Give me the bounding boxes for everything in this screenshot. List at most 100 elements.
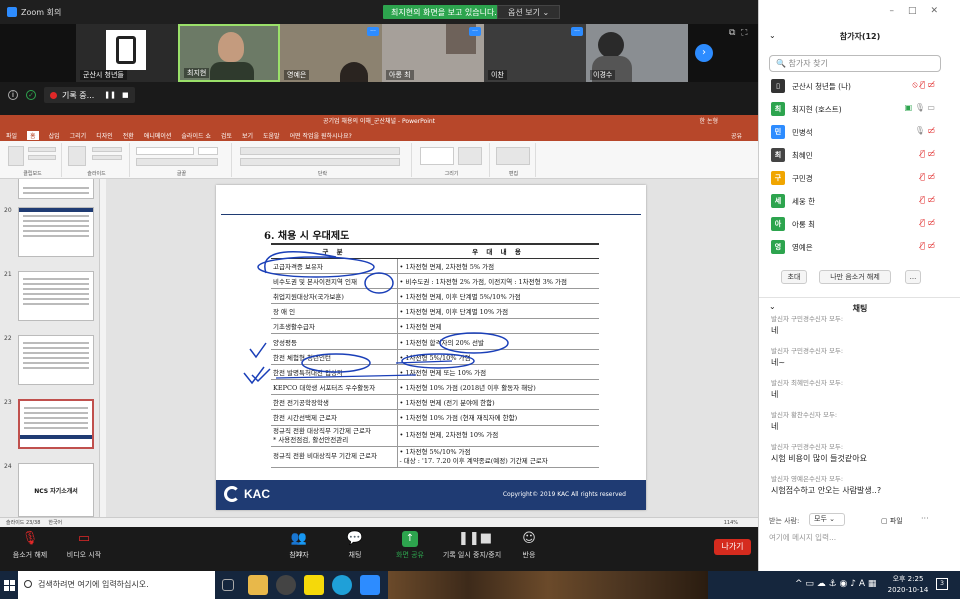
ribbon-group-clipboard: 클립보드	[4, 143, 62, 177]
chat-text: 네	[771, 390, 779, 399]
pause-icon[interactable]: ❚❚	[104, 91, 116, 99]
shapes-gallery[interactable]	[420, 147, 454, 165]
participant-row[interactable]: 최 최지현 (호스트) ▣ 🎙 ▭	[759, 99, 949, 122]
video-thumb-1[interactable]: 최지현	[178, 24, 280, 82]
participant-row[interactable]: 영 영예은 🎙̸ ▭̸	[759, 237, 949, 260]
reset-button[interactable]	[92, 155, 122, 160]
start-button[interactable]	[0, 571, 18, 599]
notification-center-icon[interactable]: 3	[936, 578, 948, 590]
slide-count: 슬라이드 23/38	[6, 520, 41, 526]
taskbar-clock[interactable]: 오후 2:25 2020-10-14	[886, 574, 930, 596]
video-thumb-2[interactable]: 영예은 ···	[280, 24, 382, 82]
invite-button[interactable]: 초대	[781, 270, 807, 284]
participant-search-input[interactable]: 🔍 참가자 찾기	[769, 55, 941, 72]
tab-design[interactable]: 디자인	[96, 131, 113, 140]
info-icon[interactable]: i	[8, 90, 18, 100]
font-size-select[interactable]	[198, 147, 218, 155]
tab-home[interactable]: 홈	[27, 130, 39, 140]
layout-icons[interactable]: ⧉ ⛶	[729, 28, 747, 38]
slide-thumb-23-selected[interactable]	[18, 399, 94, 449]
slide-thumb-22[interactable]	[18, 335, 94, 385]
window-controls[interactable]: –□✕	[889, 6, 952, 16]
chat-recipient-select[interactable]: 모두 ⌄	[809, 513, 845, 526]
arrange-button[interactable]	[458, 147, 482, 165]
chat-text: 네~	[771, 358, 786, 367]
side-panel: –□✕ ⌄ 참가자(12) 🔍 참가자 찾기 ▯ 군산시 청년들 (나) ⦸ 🎙…	[758, 0, 960, 571]
participant-row[interactable]: 최 최혜민 🎙̸ ▭̸	[759, 145, 949, 168]
participants-button[interactable]: 👥12 참가자	[280, 531, 318, 560]
next-page-arrow-icon[interactable]: ›	[695, 44, 713, 62]
kakaotalk-icon[interactable]	[304, 575, 324, 595]
share-button[interactable]: 공유	[731, 131, 742, 140]
participant-row[interactable]: 민 민병석 🎙 ▭̸	[759, 122, 949, 145]
chat-button[interactable]: 💬 채팅	[340, 531, 370, 560]
tab-view[interactable]: 보기	[242, 131, 253, 140]
video-thumb-0[interactable]: 군산시 청년들	[76, 24, 178, 82]
leave-meeting-button[interactable]: 나가기	[714, 539, 751, 555]
security-shield-icon[interactable]: ✓	[26, 90, 36, 100]
pause-recording-button[interactable]: ❚❚■ 기록 일시 중지/중지	[438, 531, 506, 560]
tab-help[interactable]: 도움말	[263, 131, 280, 140]
file-explorer-icon[interactable]	[248, 575, 268, 595]
participant-row[interactable]: 구 구민경 🎙̸ ▭̸	[759, 168, 949, 191]
taskbar-search-input[interactable]: 검색하려면 여기에 입력하십시오.	[18, 571, 215, 599]
copy-button[interactable]	[28, 155, 56, 160]
slide-footer: KAC Copyright© 2019 KAC All rights reser…	[216, 480, 646, 510]
stop-icon[interactable]: ■	[122, 91, 129, 99]
tell-me-input[interactable]: 어떤 작업을 원하시나요?	[290, 131, 352, 140]
edge-icon[interactable]	[332, 575, 352, 595]
chat-more-icon[interactable]: ···	[921, 514, 929, 523]
paste-icon[interactable]	[8, 146, 24, 166]
participant-row[interactable]: ▯ 군산시 청년들 (나) ⦸ 🎙̸ ▭̸	[759, 76, 949, 99]
video-strip: 군산시 청년들 최지현 영예은 ··· 아롱 최 ··· 이찬 ··· 이경수	[0, 24, 758, 82]
font-format-buttons[interactable]	[136, 158, 218, 166]
participant-row[interactable]: 아 아롱 최 🎙̸ ▭̸	[759, 214, 949, 237]
underline	[395, 360, 453, 364]
reactions-button[interactable]: ☺ 반응	[514, 531, 544, 560]
more-icon[interactable]: ···	[367, 27, 379, 36]
video-thumb-5[interactable]: 이경수	[586, 24, 688, 82]
layout-button[interactable]	[92, 147, 122, 152]
font-select[interactable]	[136, 147, 194, 155]
more-icon[interactable]: ···	[571, 27, 583, 36]
start-video-button[interactable]: ▭ 비디오 시작	[60, 531, 108, 560]
file-button[interactable]: ▢ 파일	[881, 516, 903, 526]
tab-insert[interactable]: 삽입	[49, 131, 60, 140]
video-thumb-3[interactable]: 아롱 최 ···	[382, 24, 484, 82]
more-button[interactable]: ...	[905, 270, 921, 284]
ppt-status-bar: 슬라이드 23/38 한국어 114%	[0, 517, 758, 527]
slide-thumb-19[interactable]	[18, 179, 94, 199]
windows-logo-icon	[3, 579, 15, 591]
video-thumb-4[interactable]: 이찬 ···	[484, 24, 586, 82]
system-tray[interactable]: ^ ▭ ☁ ⚓ ◉ ♪ A ▦	[795, 579, 876, 589]
meeting-toolbar: 🎙 음소거 해제 ▭ 비디오 시작 👥12 참가자 💬 채팅 ↑ 화면 공유 ❚…	[0, 527, 758, 571]
app-icon[interactable]	[276, 575, 296, 595]
wallpaper-segment	[548, 571, 628, 599]
chat-message-input[interactable]: 여기에 메시지 입력...	[769, 532, 949, 543]
task-view-icon[interactable]	[222, 579, 234, 591]
tab-review[interactable]: 검토	[221, 131, 232, 140]
unmute-me-button[interactable]: 나만 음소거 해제	[819, 270, 891, 284]
new-slide-icon[interactable]	[68, 146, 86, 166]
mic-muted-icon: 🎙̸ ▭̸	[920, 218, 935, 227]
paragraph-buttons[interactable]	[240, 147, 400, 155]
tab-transitions[interactable]: 전환	[123, 131, 134, 140]
find-replace-button[interactable]	[496, 147, 530, 165]
tab-slideshow[interactable]: 슬라이드 쇼	[181, 131, 211, 140]
tab-file[interactable]: 파일	[6, 131, 17, 140]
zoom-level[interactable]: 114%	[724, 518, 738, 527]
unmute-button[interactable]: 🎙 음소거 해제	[6, 531, 54, 560]
participant-row[interactable]: 세 세웅 한 🎙̸ ▭̸	[759, 191, 949, 214]
tab-draw[interactable]: 그리기	[70, 131, 87, 140]
cut-button[interactable]	[28, 147, 56, 152]
view-options-button[interactable]: 옵션 보기 ⌄	[497, 5, 561, 19]
slide-thumb-21[interactable]	[18, 271, 94, 321]
zoom-taskbar-icon[interactable]	[360, 575, 380, 595]
slide-thumb-20[interactable]	[18, 207, 94, 257]
tab-animations[interactable]: 애니메이션	[144, 131, 172, 140]
slide-thumb-24[interactable]: NCS 자기소개서	[18, 463, 94, 517]
align-buttons[interactable]	[240, 158, 400, 166]
recording-indicator[interactable]: 기록 중... ❚❚ ■	[44, 87, 135, 103]
more-icon[interactable]: ···	[469, 27, 481, 36]
share-screen-button[interactable]: ↑ 화면 공유	[390, 531, 430, 560]
